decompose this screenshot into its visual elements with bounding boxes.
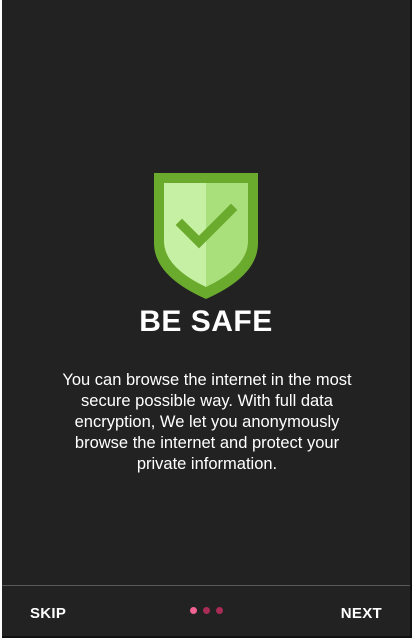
page-indicator [190,607,223,614]
footer-divider [2,585,410,586]
page-dot-3[interactable] [216,607,223,614]
page-title: BE SAFE [139,305,273,338]
next-button[interactable]: NEXT [341,605,382,622]
page-dot-2[interactable] [203,607,210,614]
page-dot-1[interactable] [190,607,197,614]
shield-check-icon [154,173,258,299]
skip-button[interactable]: SKIP [30,605,66,622]
page-description: You can browse the internet in the most … [62,371,352,473]
onboarding-screen: BE SAFE You can browse the internet in t… [2,0,412,638]
